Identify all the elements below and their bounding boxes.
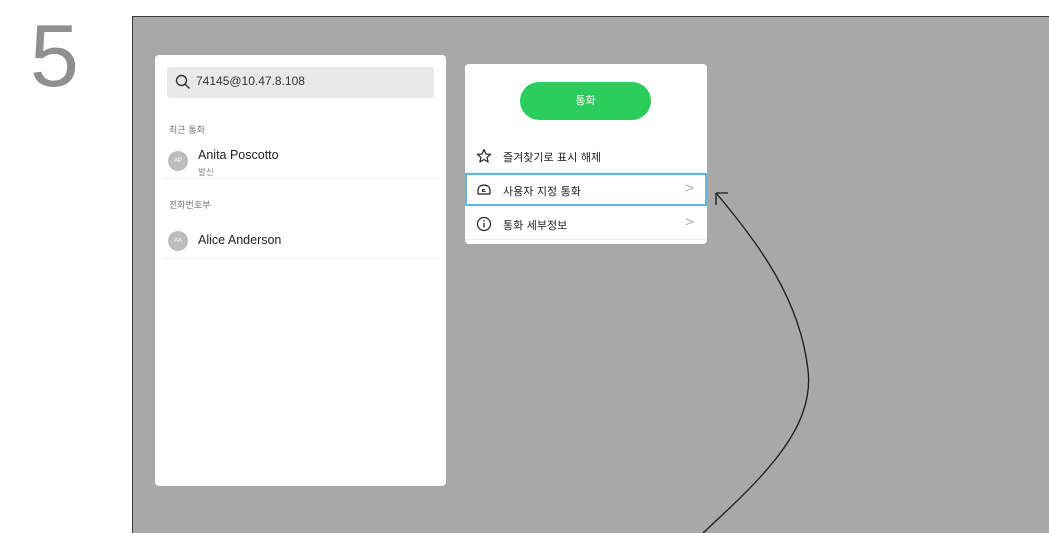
list-item[interactable]: AA Alice Anderson xyxy=(163,223,438,259)
call-options-menu: 통화 즐겨찾기로 표시 해제 사용자 지정 통화 > 통화 세부정보 > xyxy=(465,64,707,244)
call-button[interactable]: 통화 xyxy=(520,82,651,120)
device-screen: 74145@10.47.8.108 최근 통화 AP Anita Poscott… xyxy=(132,16,1049,533)
step-number: 5 xyxy=(30,6,79,105)
menu-item-label: 즐겨찾기로 표시 해제 xyxy=(503,151,602,164)
list-item[interactable]: AP Anita Poscotto 발신 xyxy=(163,143,438,179)
contact-name: Anita Poscotto xyxy=(198,148,279,162)
avatar: AA xyxy=(168,231,188,251)
recent-calls-heading: 최근 통화 xyxy=(169,126,205,136)
custom-call-menu-item[interactable]: 사용자 지정 통화 > xyxy=(465,173,707,206)
call-direction: 발신 xyxy=(198,168,214,178)
search-icon xyxy=(175,74,190,89)
info-icon xyxy=(476,216,492,232)
star-icon xyxy=(476,148,492,163)
divider xyxy=(465,239,707,240)
chevron-right-icon: > xyxy=(684,215,695,230)
avatar: AP xyxy=(168,151,188,171)
menu-item-label: 통화 세부정보 xyxy=(503,219,568,232)
custom-call-icon xyxy=(477,184,491,195)
chevron-right-icon: > xyxy=(684,181,695,196)
search-input[interactable]: 74145@10.47.8.108 xyxy=(167,67,434,98)
unfavorite-menu-item[interactable]: 즐겨찾기로 표시 해제 xyxy=(465,140,707,172)
directory-panel: 74145@10.47.8.108 최근 통화 AP Anita Poscott… xyxy=(155,55,446,486)
call-details-menu-item[interactable]: 통화 세부정보 > xyxy=(465,208,707,240)
contact-name: Alice Anderson xyxy=(198,233,282,247)
search-value: 74145@10.47.8.108 xyxy=(196,74,305,88)
menu-item-label: 사용자 지정 통화 xyxy=(503,185,581,198)
phonebook-heading: 전화번호부 xyxy=(169,201,211,211)
